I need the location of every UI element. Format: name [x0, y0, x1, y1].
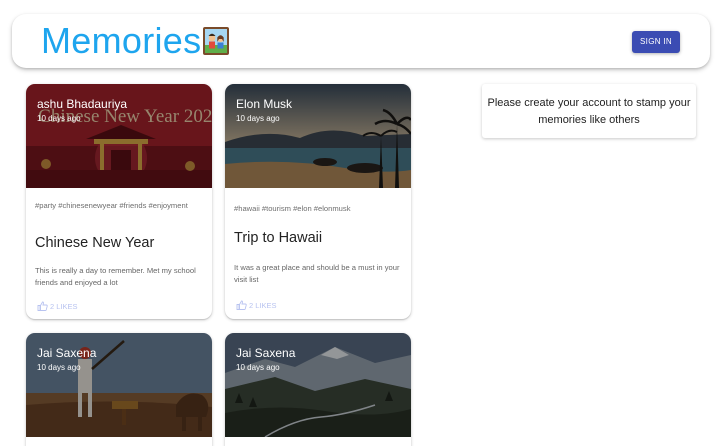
memory-card[interactable]: Chinese New Year 2021 ashu Bhadauriya 10… — [26, 84, 212, 319]
like-button[interactable]: 2 LIKES — [37, 301, 78, 311]
card-time: 10 days ago — [37, 114, 81, 123]
card-title: Chinese New Year — [35, 235, 155, 251]
app-bar: Memories SIGN IN — [12, 14, 710, 68]
thumb-up-icon — [37, 301, 48, 311]
card-creator: ashu Bhadauriya — [37, 97, 128, 111]
card-time: 10 days ago — [236, 114, 280, 123]
card-message: This is really a day to remember. Met my… — [35, 266, 196, 287]
card-creator: Jai Saxena — [37, 346, 97, 360]
card-title: Trip to Hawaii — [234, 230, 323, 246]
memory-card[interactable]: Jai Saxena 10 days ago — [26, 333, 212, 446]
card-creator: Elon Musk — [236, 97, 293, 111]
card-image: Elon Musk 10 days ago — [225, 84, 411, 188]
like-button[interactable]: 2 LIKES — [236, 300, 277, 310]
card-creator: Jai Saxena — [236, 346, 296, 360]
sign-in-button[interactable]: SIGN IN — [632, 31, 680, 53]
card-image: Jai Saxena 10 days ago — [26, 333, 212, 437]
signin-notice: Please create your account to stamp your… — [482, 84, 696, 138]
card-message: It was a great place and should be a mus… — [234, 263, 400, 284]
memory-card[interactable]: Jai Saxena 10 days ago — [225, 333, 411, 446]
brand-title[interactable]: Memories — [41, 20, 201, 62]
card-image: Chinese New Year 2021 ashu Bhadauriya 10… — [26, 84, 212, 188]
like-count: 2 LIKES — [50, 301, 78, 311]
card-image: Jai Saxena 10 days ago — [225, 333, 411, 437]
card-time: 10 days ago — [37, 363, 81, 372]
card-time: 10 days ago — [236, 363, 280, 372]
memory-card[interactable]: Elon Musk 10 days ago #hawaii #tourism #… — [225, 84, 411, 319]
like-count: 2 LIKES — [249, 300, 277, 310]
family-photo-icon — [201, 25, 231, 57]
card-tags: #party #chinesenewyear #friends #enjoyme… — [35, 201, 188, 210]
thumb-up-icon — [236, 300, 247, 310]
card-tags: #hawaii #tourism #elon #elonmusk — [234, 204, 351, 213]
